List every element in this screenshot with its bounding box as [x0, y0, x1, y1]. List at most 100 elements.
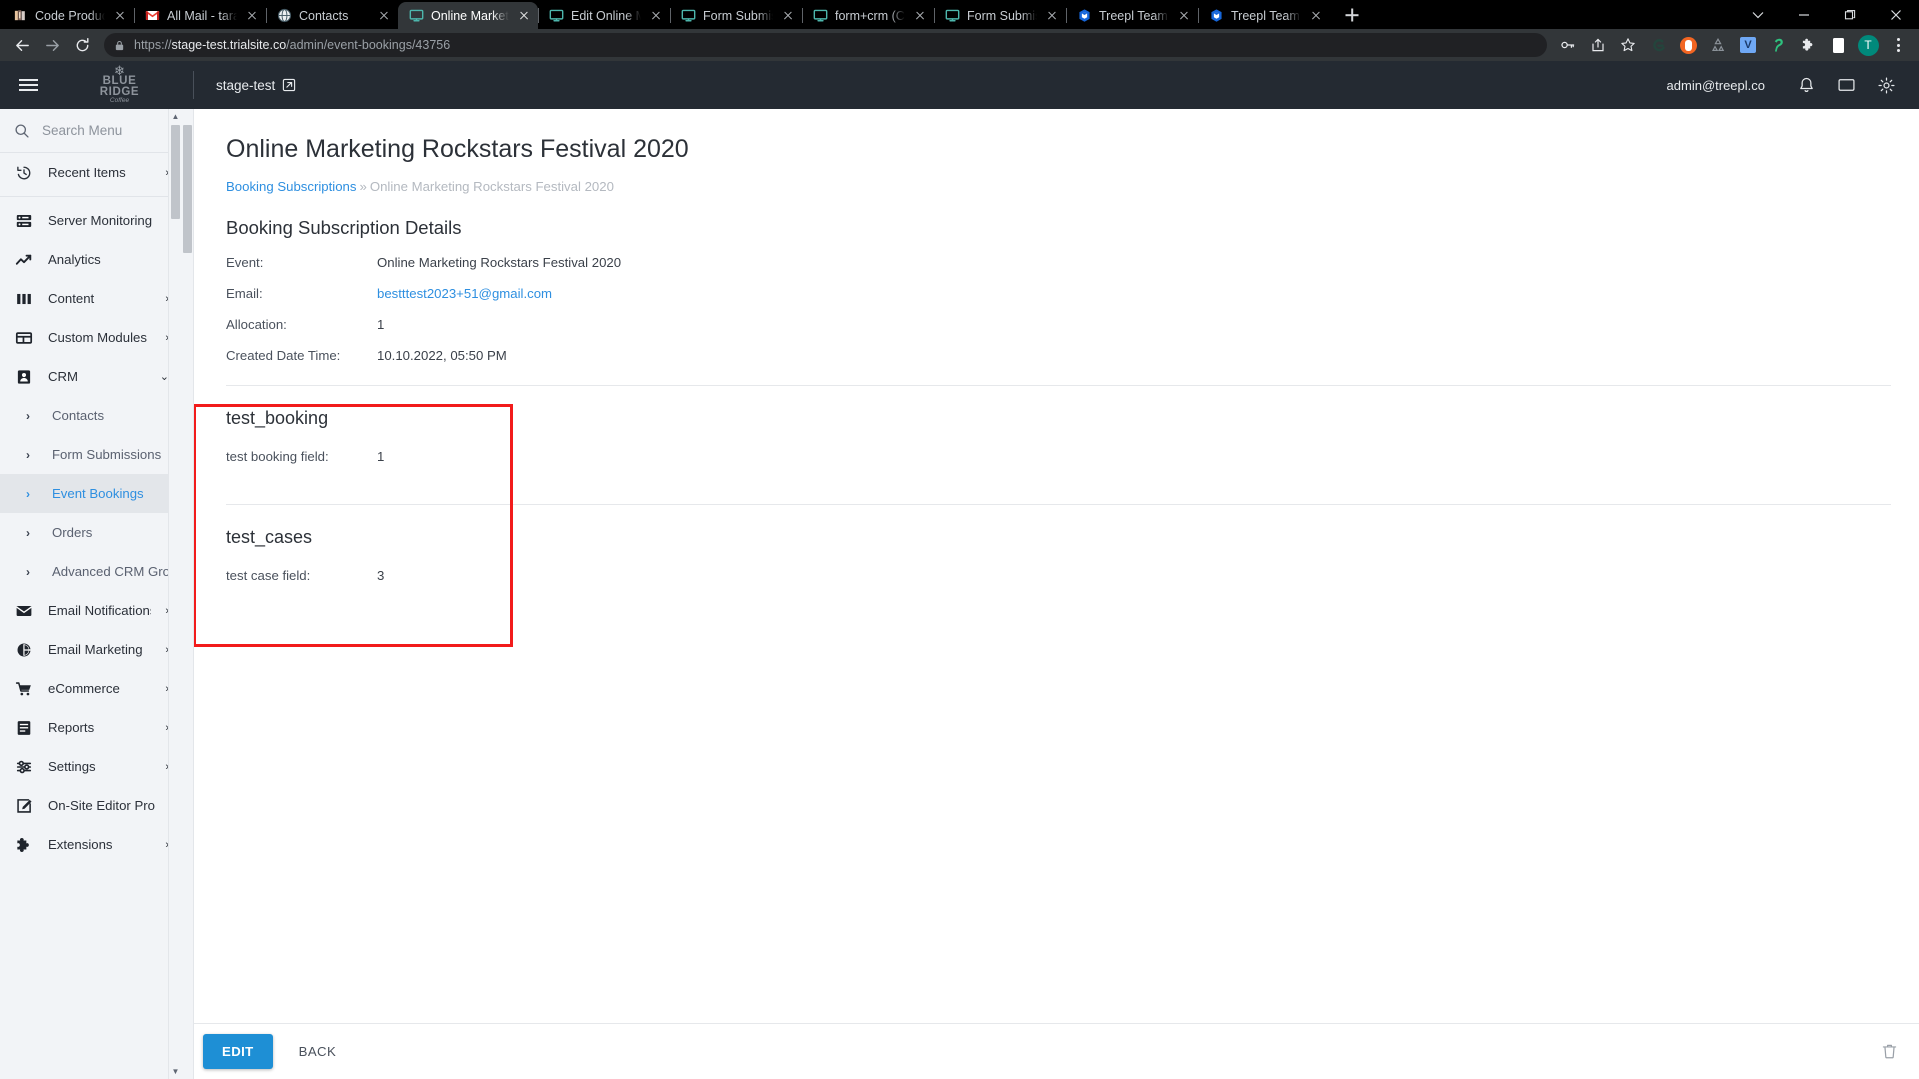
search-input[interactable] [42, 123, 152, 138]
sidebar-item-server-monitoring-beta[interactable]: Server Monitoring (beta) [0, 201, 181, 240]
external-link-icon[interactable] [282, 78, 296, 92]
window-controls [1735, 0, 1919, 29]
tab-close-icon[interactable] [1308, 8, 1324, 24]
kebab-menu-icon[interactable] [1885, 32, 1911, 58]
scroll-up-icon[interactable]: ▲ [172, 112, 180, 121]
extension-recycle-icon[interactable] [1705, 32, 1731, 58]
tab-close-icon[interactable] [1176, 8, 1192, 24]
sidebar-item-recent-items[interactable]: Recent Items › [0, 153, 181, 192]
tab-separator [670, 8, 671, 23]
breadcrumb-link[interactable]: Booking Subscriptions [226, 179, 356, 194]
tab-close-icon[interactable] [648, 8, 664, 24]
new-tab-button[interactable] [1338, 1, 1366, 29]
modules-icon [14, 328, 34, 348]
sidebar-scrollbar[interactable]: ▲ ▼ [168, 109, 181, 1079]
browser-tab[interactable]: form+crm (Copy) [802, 2, 934, 29]
extension-orange-icon[interactable] [1675, 32, 1701, 58]
sidebar-item-crm[interactable]: CRM ⌄ [0, 357, 181, 396]
sidebar-item-on-site-editor-pro-beta[interactable]: On-Site Editor Pro (beta) [0, 786, 181, 825]
sidebar-item-form-submissions[interactable]: › Form Submissions [0, 435, 181, 474]
pie-chart-icon [14, 640, 34, 660]
admin-app: ❄ BLUE RIDGE Coffee stage-test admin@tre… [0, 61, 1919, 1079]
avatar[interactable]: T [1855, 32, 1881, 58]
site-switcher[interactable]: stage-test [216, 78, 296, 93]
scroll-down-icon[interactable]: ▼ [172, 1067, 180, 1076]
forward-icon[interactable] [38, 31, 66, 59]
sidebar-item-analytics[interactable]: Analytics [0, 240, 181, 279]
detail-value: 3 [377, 568, 385, 583]
tab-close-icon[interactable] [780, 8, 796, 24]
window-minimize-button[interactable] [1781, 0, 1827, 29]
tab-close-icon[interactable] [244, 8, 260, 24]
sidebar-item-label: CRM [48, 369, 79, 384]
breadcrumb-separator: » [359, 179, 367, 194]
browser-tab[interactable]: Treepl Team v6.9 B [1198, 2, 1330, 29]
sidebar-item-custom-modules[interactable]: Custom Modules› [0, 318, 181, 357]
tab-close-icon[interactable] [912, 8, 928, 24]
sidebar-item-orders[interactable]: › Orders [0, 513, 181, 552]
chevron-right-icon: › [26, 486, 30, 501]
back-button[interactable]: BACK [283, 1034, 353, 1069]
browser-tab[interactable]: Form Submission R [934, 2, 1066, 29]
address-bar[interactable]: https://stage-test.trialsite.co/admin/ev… [104, 33, 1547, 57]
window-close-button[interactable] [1873, 0, 1919, 29]
browser-tab[interactable]: All Mail - taras.r@e [134, 2, 266, 29]
custom-field-groups: test_booking test booking field: 1 test_cas… [226, 386, 1891, 583]
main-scroll-thumb[interactable] [183, 125, 192, 253]
sidebar-item-content[interactable]: Content› [0, 279, 181, 318]
share-icon[interactable] [1585, 32, 1611, 58]
sidebar-item-email-marketing[interactable]: Email Marketing› [0, 630, 181, 669]
trash-icon[interactable] [1880, 1042, 1899, 1061]
tab-search-button[interactable] [1735, 0, 1781, 29]
detail-label: Email: [226, 286, 263, 301]
reload-icon[interactable] [68, 31, 96, 59]
extension-v-icon[interactable]: V [1735, 32, 1761, 58]
window-maximize-button[interactable] [1827, 0, 1873, 29]
extensions-puzzle-icon[interactable] [1795, 32, 1821, 58]
tab-close-icon[interactable] [516, 8, 532, 24]
extension-parrot-icon[interactable] [1765, 32, 1791, 58]
sidebar-item-advanced-crm-groups[interactable]: › Advanced CRM Groups [0, 552, 181, 591]
browser-tab[interactable]: Edit Online Market [538, 2, 670, 29]
detail-row: Event: Online Marketing Rockstars Festiva… [226, 255, 1891, 270]
tab-close-icon[interactable] [112, 8, 128, 24]
password-key-icon[interactable] [1555, 32, 1581, 58]
detail-value: Online Marketing Rockstars Festival 2020 [377, 255, 622, 270]
detail-value: 1 [377, 317, 385, 332]
sidebar-item-reports[interactable]: Reports› [0, 708, 181, 747]
back-icon[interactable] [8, 31, 36, 59]
sidebar-item-extensions[interactable]: Extensions› [0, 825, 181, 864]
sidebar-search[interactable] [0, 109, 181, 153]
browser-tab[interactable]: Online Marketing R [398, 2, 538, 29]
sidebar-item-contacts[interactable]: › Contacts [0, 396, 181, 435]
sidebar-item-label: Extensions [48, 837, 113, 852]
extension-loom-icon[interactable] [1645, 32, 1671, 58]
sidebar-item-settings[interactable]: Settings› [0, 747, 181, 786]
sidebar-item-ecommerce[interactable]: eCommerce› [0, 669, 181, 708]
browser-tab[interactable]: Contacts [266, 2, 398, 29]
sidebar-item-email-notifications[interactable]: Email Notifications› [0, 591, 181, 630]
browser-tab[interactable]: Code Production | [2, 2, 134, 29]
chevron-right-icon: › [26, 408, 30, 423]
hamburger-icon[interactable] [0, 77, 56, 93]
sidebar-item-label: eCommerce [48, 681, 120, 696]
edit-button[interactable]: EDIT [203, 1034, 273, 1069]
tab-close-icon[interactable] [376, 8, 392, 24]
sidebar-item-event-bookings[interactable]: › Event Bookings [0, 474, 181, 513]
tab-separator [266, 8, 267, 23]
browser-tab[interactable]: Form Submission R [670, 2, 802, 29]
sidebar-item-label: Form Submissions [52, 447, 162, 462]
browser-tab[interactable]: Treepl Team v6.9 B [1066, 2, 1198, 29]
sidebar-item-label: Advanced CRM Groups [52, 564, 181, 579]
admin-email[interactable]: admin@treepl.co [1667, 78, 1765, 93]
monitor-icon[interactable] [1831, 70, 1861, 100]
sidebar-scroll-thumb[interactable] [171, 125, 180, 219]
detail-value-link[interactable]: bestttest2023+51@gmail.com [377, 286, 552, 301]
gear-icon[interactable] [1871, 70, 1901, 100]
main-scrollbar[interactable] [181, 109, 194, 1079]
tab-close-icon[interactable] [1044, 8, 1060, 24]
tab-separator [802, 8, 803, 23]
extension-white-icon[interactable] [1825, 32, 1851, 58]
bell-icon[interactable] [1791, 70, 1821, 100]
bookmark-star-icon[interactable] [1615, 32, 1641, 58]
